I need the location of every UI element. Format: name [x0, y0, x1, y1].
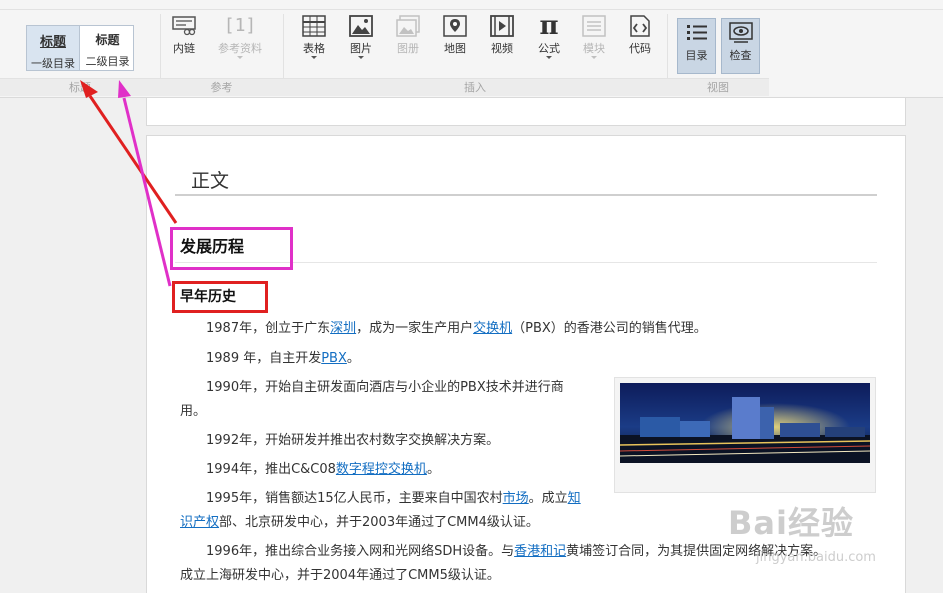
insert-module-button[interactable]: 模块 [578, 12, 610, 60]
toc-label: 目录 [685, 49, 708, 62]
link-ip[interactable]: 知 [568, 491, 581, 506]
heading-2-title: 标题 [95, 33, 120, 47]
annotation-box-magenta [170, 227, 293, 270]
image-caret [358, 56, 364, 59]
paragraph-1995[interactable]: 1995年，销售额达15亿人民币，主要来自中国农村市场。成立知 识产权部、北京研… [180, 487, 620, 535]
reference-caret [237, 56, 243, 59]
previous-section-block [146, 98, 906, 126]
paragraph-text: 1995年，销售额达15亿人民币，主要来自中国农村 [206, 491, 503, 506]
reference-label: 参考资料 [218, 42, 262, 55]
reference-icon: [1] [223, 15, 257, 36]
paragraph-text: （PBX）的香港公司的销售代理。 [512, 321, 707, 336]
paragraph-1994[interactable]: 1994年，推出C&C08数字程控交换机。 [180, 458, 610, 482]
paragraph-text: 。成立 [528, 491, 568, 506]
link-pbx[interactable]: PBX [321, 351, 347, 366]
link-digital-switch[interactable]: 数字程控交换机 [336, 462, 427, 477]
image-icon [349, 15, 373, 37]
reference-button[interactable]: [1] 参考资料 [212, 12, 268, 60]
heading-level-selector: 标题 一级目录 标题 二级目录 [26, 25, 134, 71]
formula-caret [546, 56, 552, 59]
table-caret [311, 56, 317, 59]
toc-list-icon [686, 25, 707, 40]
heading-1-title: 标题 [39, 35, 66, 50]
insert-album-button[interactable]: 图册 [392, 12, 424, 60]
heading-level-1-button[interactable]: 标题 一级目录 [27, 26, 80, 70]
module-caret [591, 56, 597, 59]
video-film-icon [490, 15, 514, 37]
link-market[interactable]: 市场 [503, 491, 529, 506]
paragraph-text: 用。 [180, 404, 207, 419]
image-label: 图片 [350, 42, 372, 55]
insert-video-button[interactable]: 视频 [486, 12, 518, 60]
heading-group-label: 标题 [0, 78, 160, 96]
paragraph-text: 部、北京研发中心，并于2003年通过了CMM4级认证。 [219, 515, 539, 530]
table-label: 表格 [303, 42, 325, 55]
baidu-jingyan-watermark: Bai经验 jingyan.baidu.com [728, 492, 928, 582]
paragraph-text: 1987年，创立于广东 [206, 321, 331, 336]
insert-formula-button[interactable]: π 公式 [533, 12, 565, 60]
paragraph-line: 1995年，销售额达15亿人民币，主要来自中国农村市场。成立知 [180, 487, 620, 511]
check-eye-icon [728, 22, 753, 43]
link-shenzhen[interactable]: 深圳 [330, 321, 356, 336]
paragraph-text: 1994年，推出C&C08 [206, 462, 336, 477]
map-pin-icon [443, 15, 467, 37]
insert-image-button[interactable]: 图片 [345, 12, 377, 60]
paragraph-text: 。 [346, 351, 360, 366]
code-icon [630, 15, 650, 37]
paragraph-1989[interactable]: 1989 年，自主开发PBX。 [180, 347, 600, 371]
check-label: 检查 [729, 49, 752, 62]
article-image[interactable] [614, 377, 876, 493]
insert-table-button[interactable]: 表格 [297, 12, 331, 60]
pi-icon: π [539, 11, 559, 41]
heading-level-2-button[interactable]: 标题 二级目录 [81, 26, 134, 70]
inline-link-button[interactable]: 内链 [166, 12, 202, 60]
inline-link-label: 内链 [173, 42, 195, 55]
paragraph-text: 1990年，开始自主研发面向酒店与小企业的PBX技术并进行商 [206, 380, 564, 395]
heading-2-label: 二级目录 [85, 55, 130, 68]
link-hutchison[interactable]: 香港和记 [514, 544, 566, 559]
section-title: 正文 [191, 170, 230, 192]
paragraph-text: 。 [426, 462, 440, 477]
paragraph-text: 1989 年，自主开发 [206, 351, 322, 366]
paragraph-1987[interactable]: 1987年，创立于广东深圳，成为一家生产用户交换机（PBX）的香港公司的销售代理… [180, 317, 880, 341]
table-icon [302, 15, 326, 37]
module-label: 模块 [583, 42, 605, 55]
formula-label: 公式 [538, 42, 560, 55]
watermark-url: jingyan.baidu.com [756, 550, 876, 565]
city-night-photo [620, 383, 870, 463]
view-group-label: 视图 [667, 78, 769, 96]
insert-group-label: 插入 [283, 78, 667, 96]
link-icon [172, 16, 196, 36]
code-label: 代码 [629, 42, 651, 55]
link-switch[interactable]: 交换机 [473, 321, 512, 336]
watermark-logo-text: Bai经验 [728, 504, 854, 542]
paragraph-1992[interactable]: 1992年，开始研发并推出农村数字交换解决方案。 [180, 429, 610, 453]
heading-1-label: 一级目录 [31, 57, 75, 70]
editor-toolbar: 标题 标题 一级目录 标题 二级目录 参考 内链 [1] 参考资料 插入 表格 … [0, 0, 943, 98]
paragraph-1990[interactable]: 1990年，开始自主研发面向酒店与小企业的PBX技术并进行商 用。 [180, 376, 610, 424]
module-icon [582, 15, 606, 37]
video-label: 视频 [491, 42, 513, 55]
insert-map-button[interactable]: 地图 [439, 12, 471, 60]
reference-group-label: 参考 [160, 78, 283, 96]
toc-toggle-button[interactable]: 目录 [677, 18, 716, 74]
paragraph-text: 1992年，开始研发并推出农村数字交换解决方案。 [206, 433, 500, 448]
paragraph-line: 识产权部、北京研发中心，并于2003年通过了CMM4级认证。 [180, 511, 620, 535]
section-divider [175, 194, 877, 196]
check-toggle-button[interactable]: 检查 [721, 18, 760, 74]
paragraph-text: 1996年，推出综合业务接入网和光网络SDH设备。与 [206, 544, 515, 559]
album-icon [396, 15, 420, 37]
map-label: 地图 [444, 42, 466, 55]
insert-code-button[interactable]: 代码 [624, 12, 656, 60]
annotation-box-red [172, 281, 268, 313]
paragraph-text: ，成为一家生产用户 [356, 321, 474, 336]
album-label: 图册 [397, 42, 419, 55]
link-ip[interactable]: 识产权 [180, 515, 219, 530]
